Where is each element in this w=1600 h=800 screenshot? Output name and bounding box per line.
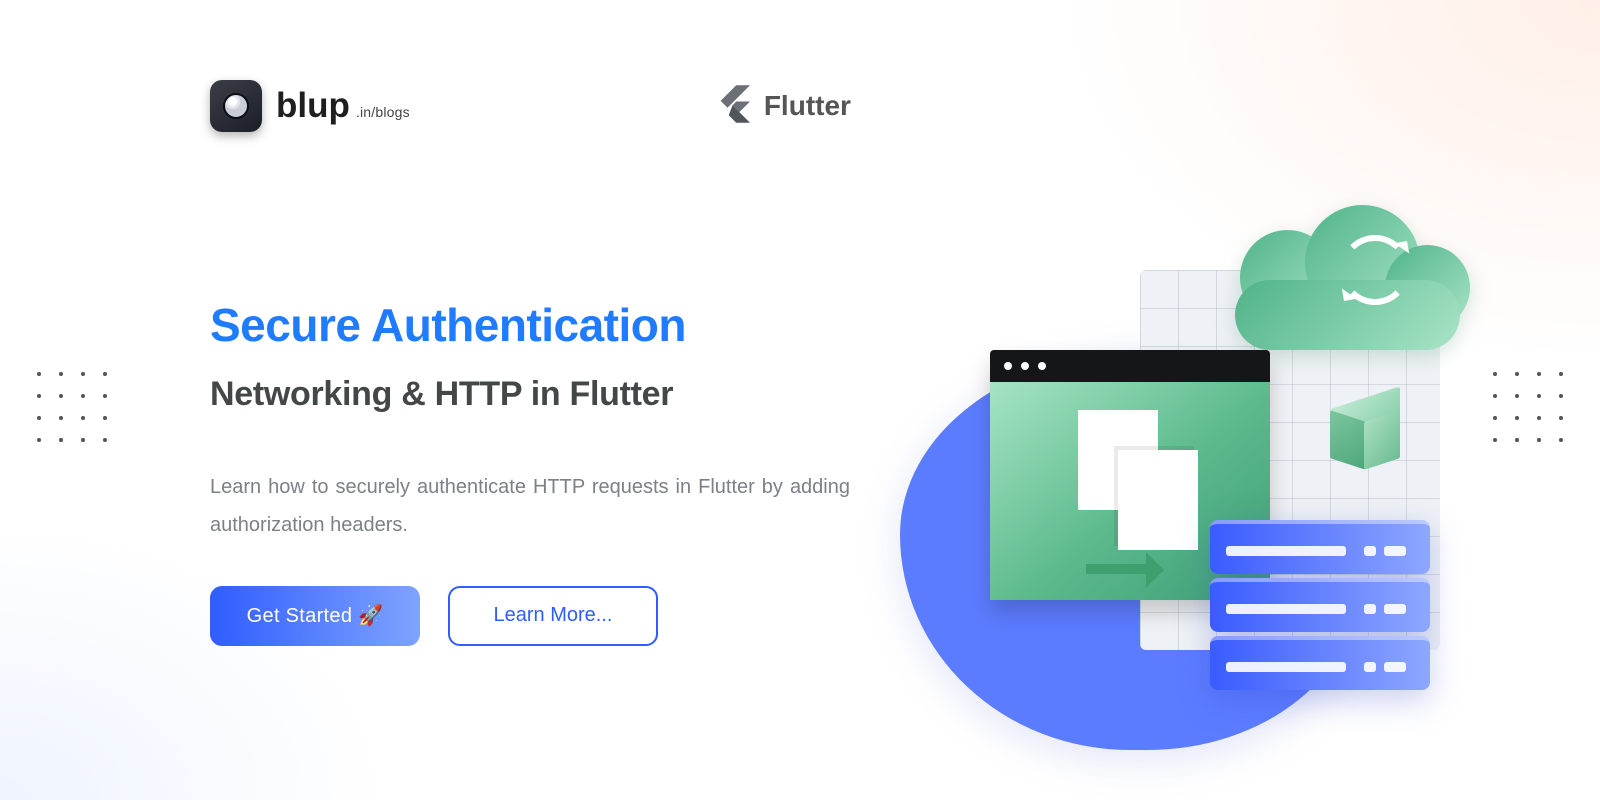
decorative-dots-right bbox=[1491, 370, 1565, 444]
header: blup .in/blogs Flutter bbox=[210, 80, 851, 132]
paragraph: Learn how to securely authenticate HTTP … bbox=[210, 468, 850, 544]
cube-icon bbox=[1330, 400, 1400, 470]
decorative-dots-left bbox=[35, 370, 109, 444]
subheading: Networking & HTTP in Flutter bbox=[210, 375, 850, 414]
headline: Secure Authentication bbox=[210, 300, 850, 351]
blup-logo-icon bbox=[210, 80, 262, 132]
cloud-sync-icon bbox=[1215, 200, 1475, 360]
brand-suffix: .in/blogs bbox=[356, 104, 410, 120]
hero-illustration bbox=[940, 210, 1500, 750]
get-started-button[interactable]: Get Started 🚀 bbox=[210, 586, 420, 646]
brand-text: blup .in/blogs bbox=[276, 86, 410, 126]
actions-row: Get Started 🚀 Learn More... bbox=[210, 586, 850, 646]
content-column: Secure Authentication Networking & HTTP … bbox=[210, 300, 850, 646]
flutter-block: Flutter bbox=[720, 85, 851, 128]
brand-name: blup bbox=[276, 86, 350, 126]
flutter-label: Flutter bbox=[764, 90, 851, 122]
brand-block: blup .in/blogs bbox=[210, 80, 410, 132]
learn-more-button[interactable]: Learn More... bbox=[448, 586, 658, 646]
server-stack-icon bbox=[1210, 520, 1430, 700]
flutter-logo-icon bbox=[720, 85, 750, 128]
